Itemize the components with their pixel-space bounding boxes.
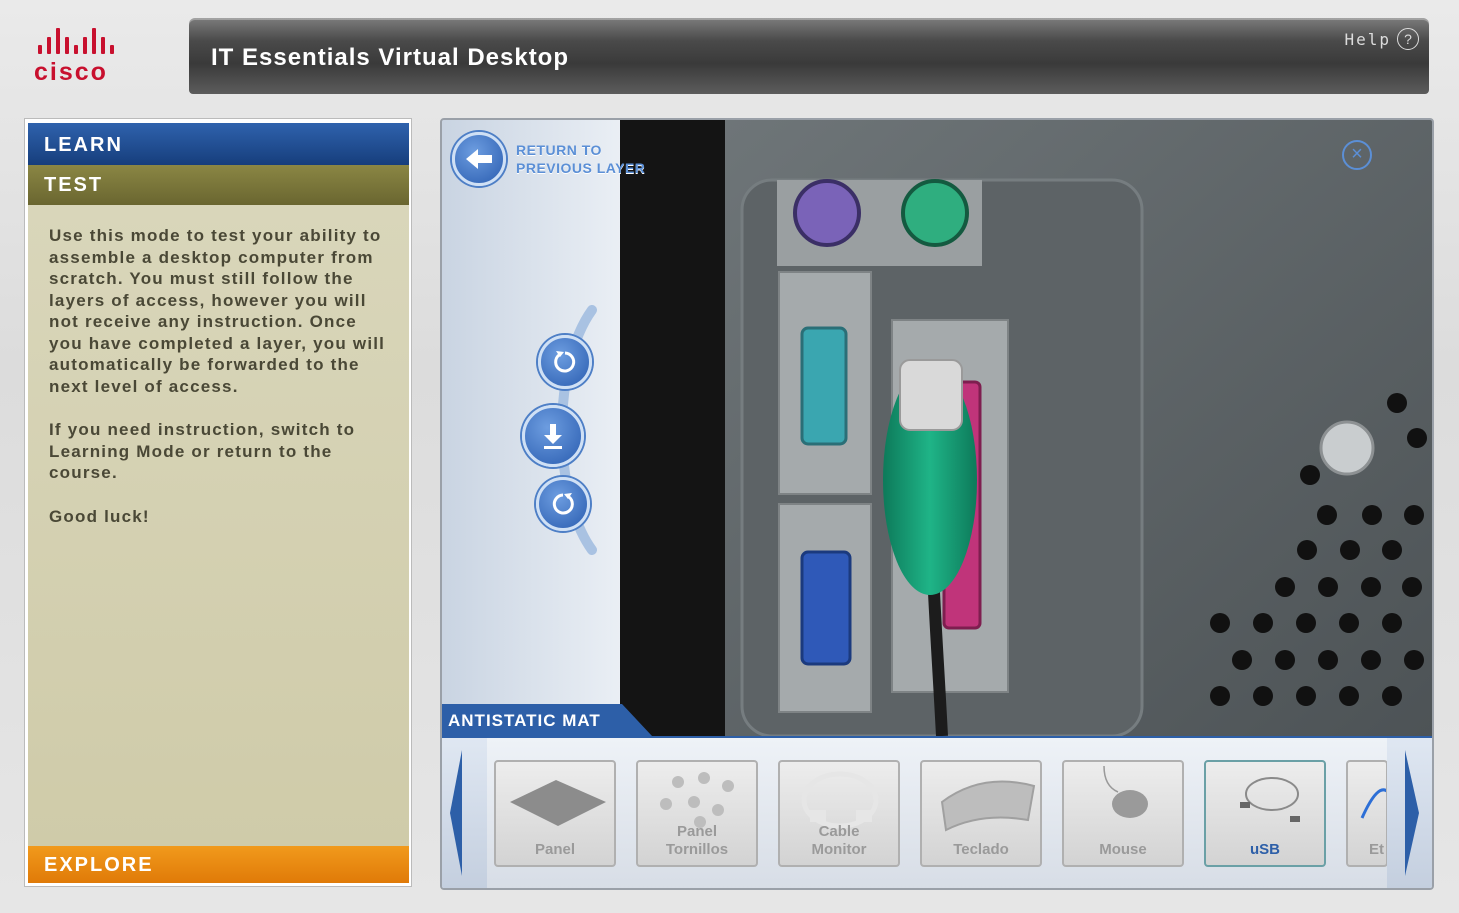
mode-panel: LEARN TEST Use this mode to test your ab…: [24, 118, 412, 887]
view-controls: [522, 305, 602, 555]
component-label: Teclado: [953, 841, 1009, 858]
component-label: Panel Tornillos: [665, 823, 729, 858]
zoom-in-button[interactable]: [522, 405, 584, 467]
component-usb-cable[interactable]: uSB: [1204, 760, 1326, 867]
arrow-right-icon: [1405, 750, 1419, 876]
cisco-wordmark: cisco: [34, 58, 108, 86]
component-label: Cable Monitor: [811, 823, 867, 858]
description-paragraph: Good luck!: [49, 506, 150, 526]
app-title: IT Essentials Virtual Desktop: [211, 44, 570, 71]
help-icon: ?: [1397, 28, 1419, 50]
mouse-icon: [1103, 765, 1148, 818]
tab-learn[interactable]: LEARN: [28, 123, 409, 165]
panel-icon: [510, 780, 606, 826]
scroll-left-button[interactable]: [442, 738, 487, 888]
component-panel[interactable]: Panel: [494, 760, 616, 867]
rotate-left-button[interactable]: [538, 335, 592, 389]
down-arrow-icon: [544, 424, 562, 449]
component-keyboard[interactable]: Teclado: [920, 760, 1042, 867]
layer-label: ANTISTATIC MAT: [442, 704, 652, 736]
scroll-right-button[interactable]: [1387, 738, 1432, 888]
return-label-line2: PREVIOUS LAYER: [516, 160, 646, 176]
component-tray: Panel Panel Tornillos Cable Monitor Teclad…: [442, 736, 1432, 888]
return-label-line1: RETURN TO: [516, 142, 602, 158]
mode-description: Use this mode to test your ability to as…: [28, 205, 409, 846]
viewer-panel: RETURN TO PREVIOUS LAYER × ANTISTATIC MA…: [440, 118, 1434, 890]
tab-test[interactable]: TEST: [28, 165, 409, 205]
title-bar: IT Essentials Virtual Desktop Help ?: [189, 18, 1429, 94]
usb-cable-icon: [1240, 777, 1300, 822]
cisco-bars-icon: [38, 26, 154, 54]
rotate-right-button[interactable]: [536, 477, 590, 531]
back-arrow-icon: [452, 132, 506, 186]
description-paragraph: Use this mode to test your ability to as…: [49, 226, 386, 396]
return-to-previous-layer-button[interactable]: RETURN TO PREVIOUS LAYER: [452, 132, 645, 186]
arrow-left-icon: [450, 750, 462, 876]
component-mouse[interactable]: Mouse: [1062, 760, 1184, 867]
component-label: Et: [1369, 841, 1384, 858]
rotate-cw-icon: [552, 493, 574, 515]
component-ethernet-cable[interactable]: Et: [1346, 760, 1388, 867]
cisco-logo: cisco: [34, 26, 154, 88]
component-monitor-cable[interactable]: Cable Monitor: [778, 760, 900, 867]
component-panel-screws[interactable]: Panel Tornillos: [636, 760, 758, 867]
component-label: Mouse: [1099, 841, 1147, 858]
tab-explore[interactable]: EXPLORE: [28, 846, 409, 883]
return-label: RETURN TO PREVIOUS LAYER: [516, 141, 645, 177]
ethernet-cable-icon: [1360, 788, 1386, 819]
rotate-ccw-icon: [554, 351, 576, 373]
help-button[interactable]: Help ?: [1344, 28, 1419, 50]
description-paragraph: If you need instruction, switch to Learn…: [49, 420, 356, 482]
keyboard-icon: [940, 780, 1036, 832]
component-label: uSB: [1250, 841, 1280, 858]
help-label: Help: [1344, 29, 1391, 49]
component-label: Panel: [534, 841, 576, 858]
close-icon[interactable]: ×: [1342, 140, 1372, 170]
